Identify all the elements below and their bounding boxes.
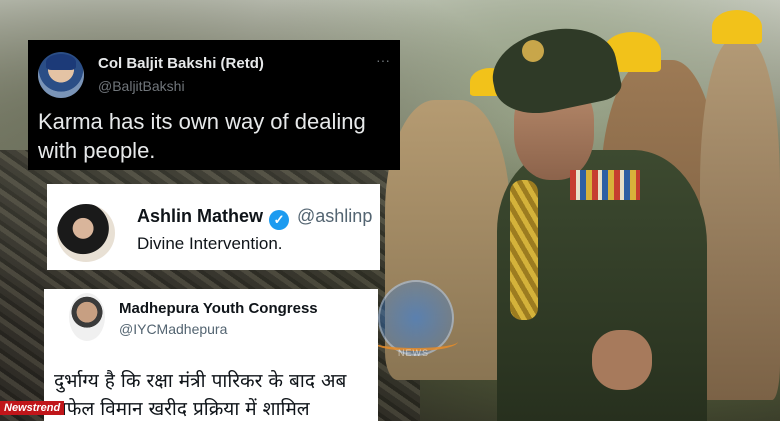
tweet-card-madhepura[interactable]: Madhepura Youth Congress @IYCMadhepura द… [44, 289, 378, 421]
tweet-author-handle[interactable]: @IYCMadhepura [119, 321, 227, 337]
verified-check-icon: ✓ [269, 210, 290, 230]
tweet-text: Karma has its own way of dealing with pe… [38, 109, 366, 163]
cap-badge-icon [522, 40, 544, 62]
gold-lanyard [510, 180, 538, 320]
tweet-author-name[interactable]: Ashlin Mathew [137, 206, 263, 226]
more-options-icon[interactable]: ··· [376, 52, 390, 68]
avatar[interactable] [38, 52, 84, 98]
tweet-author-name[interactable]: Col Baljit Bakshi (Retd) [98, 55, 264, 72]
tweet-author-name[interactable]: Madhepura Youth Congress [119, 300, 318, 317]
hand [592, 330, 652, 390]
tweet-card-baljit[interactable]: Col Baljit Bakshi (Retd) @BaljitBakshi ·… [28, 40, 400, 170]
tweet-author-line: Ashlin Mathew ✓ @ashlinp [137, 206, 372, 230]
tweet-author-handle[interactable]: @ashlinp [297, 206, 372, 226]
medal-ribbons [570, 170, 640, 200]
tweet-author-handle[interactable]: @BaljitBakshi [98, 78, 185, 94]
yellow-helmet [712, 10, 762, 44]
avatar[interactable] [69, 293, 105, 341]
tweet-card-ashlin[interactable]: Ashlin Mathew ✓ @ashlinp Divine Interventi… [47, 184, 380, 270]
brand-logo: Newstrend [0, 401, 65, 415]
army-officer-figure [485, 17, 712, 421]
tweet-text: Divine Intervention. [137, 234, 283, 253]
peaked-cap [485, 17, 624, 123]
rescue-worker [700, 40, 780, 400]
watermark-text: NEWS [398, 348, 429, 358]
avatar[interactable] [57, 204, 115, 262]
tweet-text: दुर्भाग्य है कि रक्षा मंत्री पारिकर के ब… [54, 370, 347, 420]
